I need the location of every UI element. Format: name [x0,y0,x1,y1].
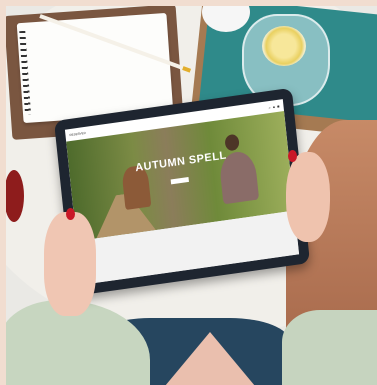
lemon-slice [262,26,306,66]
left-hand [44,212,96,316]
red-apple [4,170,24,222]
user-icon: ● [272,103,276,110]
nav-links [173,119,181,120]
model-head [224,133,240,152]
hero-title: AUTUMN SPELL [134,149,228,175]
right-hand [286,152,330,242]
nail-right [288,150,297,162]
person-sleeve [282,310,377,385]
bag-icon: ■ [276,103,280,109]
tablet-screen: RESERVED ⌕ ● ■ AUTUMN SPELL [64,99,300,285]
nav-icons: ⌕ ● ■ [268,103,280,110]
search-icon: ⌕ [268,104,271,110]
hero-button [170,176,189,185]
site-logo: RESERVED [69,130,87,138]
photo-scene: RESERVED ⌕ ● ■ AUTUMN SPELL [0,0,377,385]
nail-left [66,208,75,220]
